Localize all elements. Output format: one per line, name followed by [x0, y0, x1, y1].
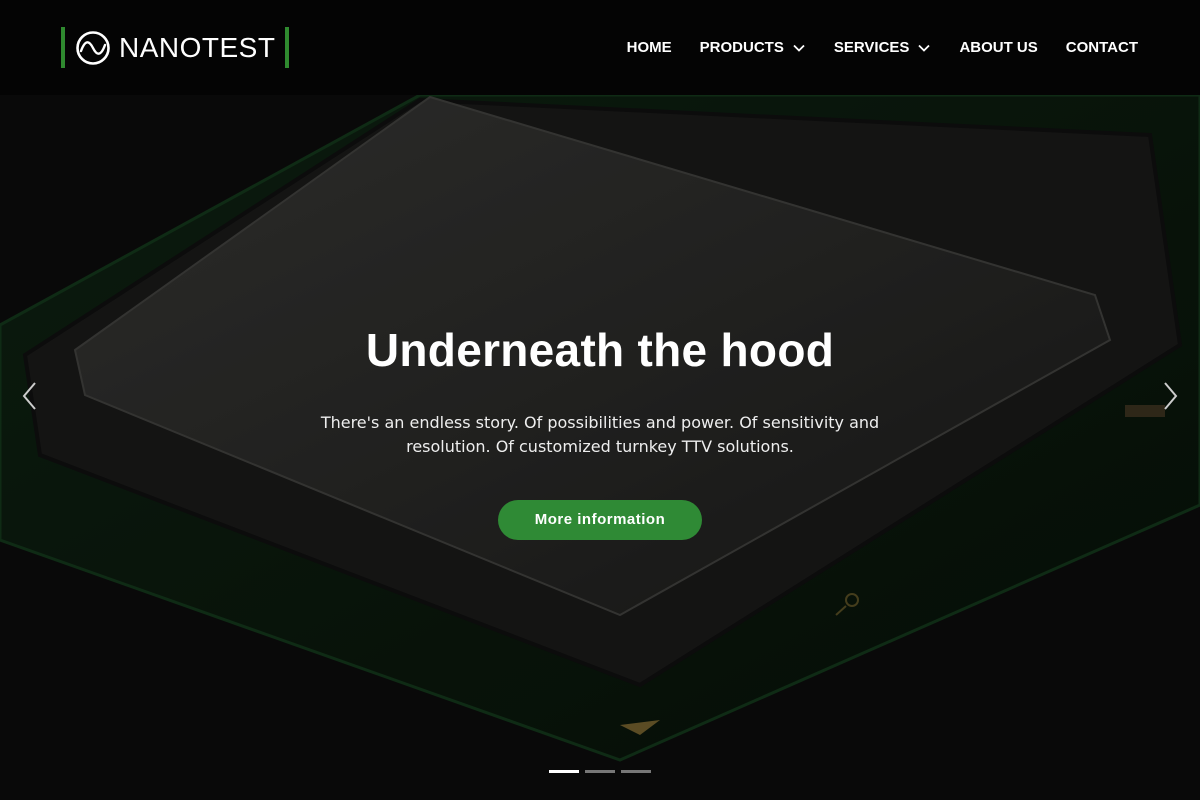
nav-label: HOME — [626, 39, 672, 56]
nav-label: ABOUT US — [959, 39, 1038, 56]
brand-name: NANOTEST — [119, 32, 276, 63]
nav-label: PRODUCTS — [699, 39, 784, 56]
hero-carousel: Underneath the hood There's an endless s… — [0, 95, 1200, 800]
site-header: NANOTEST HOME PRODUCTS SERVICES ABOUT US… — [0, 0, 1200, 95]
hero-title: Underneath the hood — [365, 324, 835, 376]
nanotest-logo-icon — [76, 30, 110, 65]
carousel-indicator-3[interactable] — [621, 770, 651, 773]
hero-description: There's an endless story. Of possibiliti… — [320, 413, 880, 456]
chevron-down-icon — [918, 44, 931, 52]
chevron-down-icon — [793, 44, 805, 52]
brand-logo[interactable]: NANOTEST — [61, 27, 290, 68]
carousel-indicator-2[interactable] — [585, 770, 615, 773]
nav-item-home[interactable]: HOME — [627, 39, 672, 56]
main-nav: HOME PRODUCTS SERVICES ABOUT US CONTACT — [599, 0, 1138, 95]
nav-item-contact[interactable]: CONTACT — [1066, 39, 1138, 56]
hero-content: Underneath the hood There's an endless s… — [0, 323, 1200, 540]
nav-label: CONTACT — [1065, 39, 1138, 56]
nav-item-services[interactable]: SERVICES — [834, 39, 932, 56]
chevron-right-icon[interactable] — [1160, 380, 1180, 412]
more-information-button[interactable]: More information — [498, 500, 702, 540]
nav-item-products[interactable]: PRODUCTS — [700, 39, 806, 56]
nav-label: SERVICES — [833, 39, 910, 56]
carousel-indicators — [549, 770, 657, 773]
carousel-indicator-1[interactable] — [549, 770, 579, 773]
chevron-left-icon[interactable] — [20, 380, 40, 412]
nav-item-about-us[interactable]: ABOUT US — [959, 39, 1037, 56]
